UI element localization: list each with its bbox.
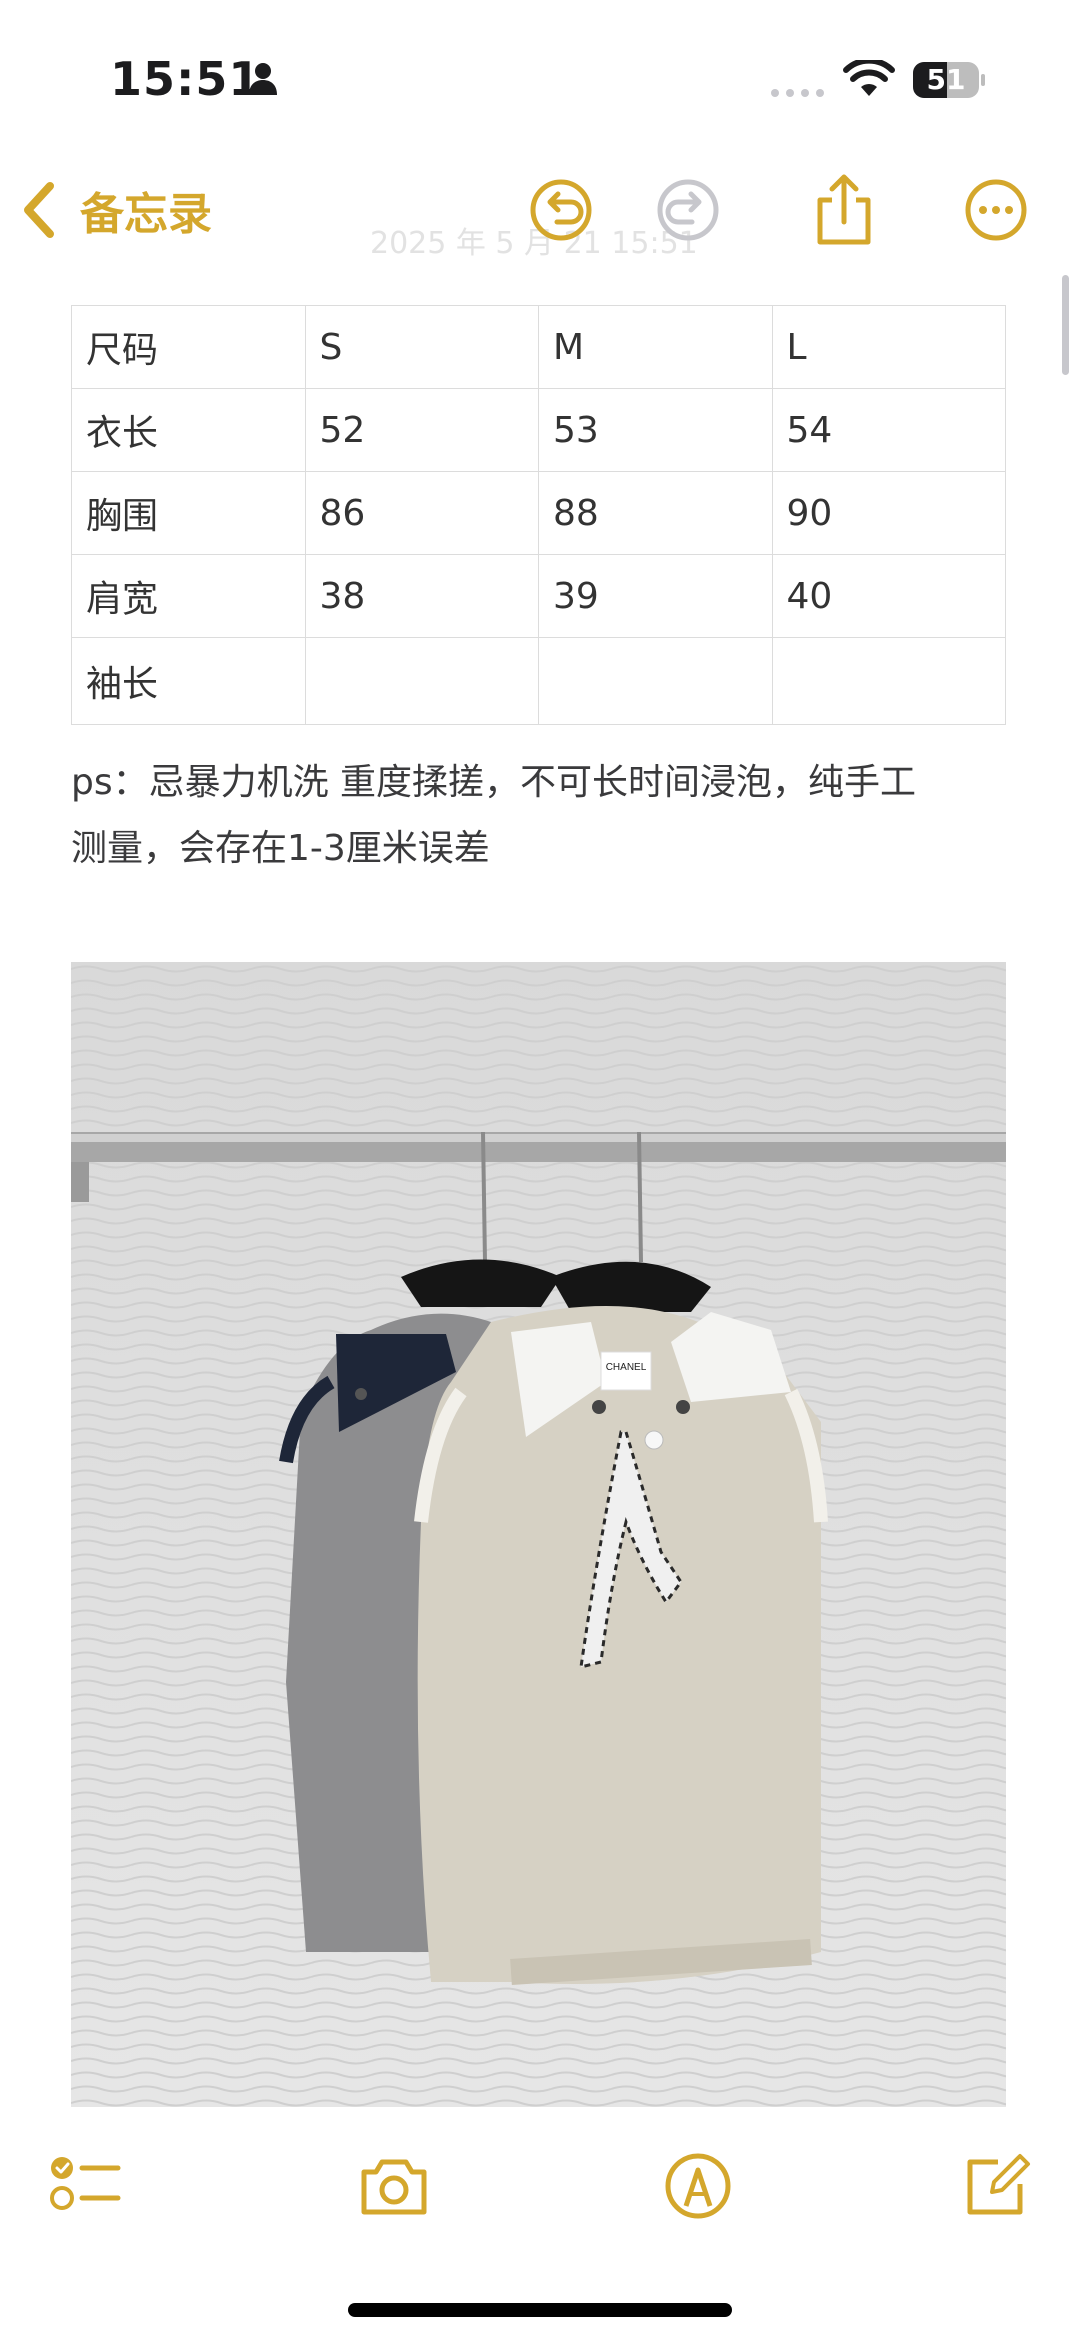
table-cell[interactable] bbox=[304, 637, 539, 725]
table-cell[interactable]: 袖长 bbox=[71, 637, 306, 725]
status-time: 15:51 bbox=[110, 52, 262, 106]
person-icon bbox=[249, 63, 277, 95]
table-header-row: 尺码 S M L bbox=[71, 305, 1006, 389]
table-header-cell[interactable]: S bbox=[304, 305, 539, 389]
bottom-toolbar bbox=[0, 2140, 1080, 2240]
redo-icon[interactable] bbox=[650, 172, 726, 248]
table-header-cell[interactable]: 尺码 bbox=[71, 305, 306, 389]
table-cell[interactable]: 88 bbox=[538, 471, 773, 555]
table-cell[interactable] bbox=[771, 637, 1006, 725]
camera-icon[interactable] bbox=[356, 2148, 432, 2224]
garment-label-text: CHANEL bbox=[606, 1362, 647, 1373]
back-button[interactable]: 备忘录 bbox=[22, 178, 212, 242]
battery-level: 51 bbox=[926, 63, 966, 96]
table-cell[interactable]: 39 bbox=[538, 554, 773, 638]
table-cell[interactable]: 52 bbox=[304, 388, 539, 472]
note-body[interactable]: ps：忌暴力机洗 重度揉搓，不可长时间浸泡，纯手工 测量，会存在1-3厘米误差 bbox=[71, 750, 1006, 882]
table-cell[interactable]: 衣长 bbox=[71, 388, 306, 472]
table-cell[interactable]: 肩宽 bbox=[71, 554, 306, 638]
table-row: 袖长 bbox=[71, 637, 1006, 725]
product-photo[interactable]: CHANEL bbox=[71, 962, 1006, 2107]
table-cell[interactable]: 胸围 bbox=[71, 471, 306, 555]
battery-icon: 51 bbox=[913, 62, 985, 98]
back-label: 备忘录 bbox=[80, 189, 212, 240]
table-row: 衣长 52 53 54 bbox=[71, 388, 1006, 472]
checklist-icon[interactable] bbox=[48, 2148, 124, 2224]
table-cell[interactable]: 54 bbox=[771, 388, 1006, 472]
chevron-left-icon bbox=[24, 182, 54, 238]
table-cell[interactable]: 53 bbox=[538, 388, 773, 472]
table-cell[interactable]: 86 bbox=[304, 471, 539, 555]
share-icon[interactable] bbox=[806, 172, 882, 248]
note-line: ps：忌暴力机洗 重度揉搓，不可长时间浸泡，纯手工 bbox=[71, 762, 917, 803]
signal-icon bbox=[771, 89, 824, 97]
table-row: 胸围 86 88 90 bbox=[71, 471, 1006, 555]
nav-bar: 2025 年 5 月 21 15:51 备忘录 bbox=[0, 160, 1080, 261]
table-row: 肩宽 38 39 40 bbox=[71, 554, 1006, 638]
table-cell[interactable]: 38 bbox=[304, 554, 539, 638]
undo-icon[interactable] bbox=[523, 172, 599, 248]
table-header-cell[interactable]: M bbox=[538, 305, 773, 389]
markup-icon[interactable] bbox=[660, 2148, 736, 2224]
table-cell[interactable]: 40 bbox=[771, 554, 1006, 638]
size-table: 尺码 S M L 衣长 52 53 54 胸围 86 88 90 肩宽 38 3… bbox=[71, 305, 1006, 725]
table-header-cell[interactable]: L bbox=[771, 305, 1006, 389]
compose-icon[interactable] bbox=[958, 2148, 1034, 2224]
note-line: 测量，会存在1-3厘米误差 bbox=[71, 828, 490, 869]
table-cell[interactable] bbox=[538, 637, 773, 725]
home-indicator[interactable] bbox=[348, 2303, 732, 2317]
wifi-icon bbox=[843, 60, 895, 96]
status-bar: 15:51 51 bbox=[0, 0, 1080, 150]
scroll-indicator[interactable] bbox=[1062, 275, 1069, 375]
table-cell[interactable]: 90 bbox=[771, 471, 1006, 555]
more-icon[interactable] bbox=[958, 172, 1034, 248]
